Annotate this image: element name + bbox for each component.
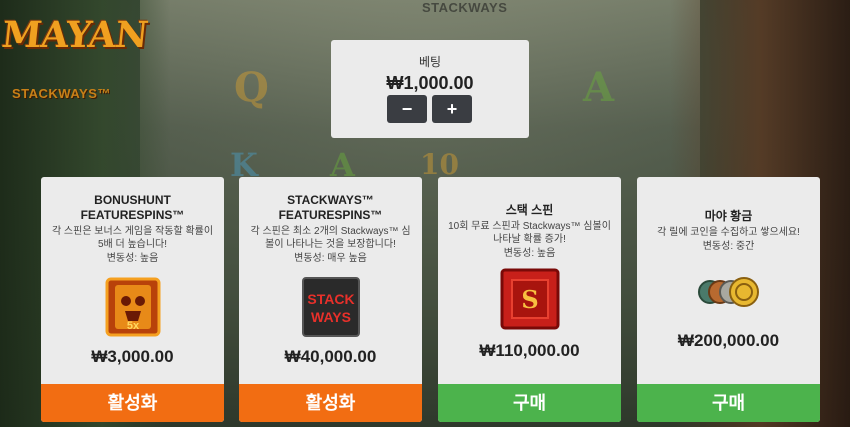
card-price: ₩40,000.00 xyxy=(284,347,377,366)
bet-panel: 베팅 ₩1,000.00 − + xyxy=(331,40,529,138)
card-price: ₩200,000.00 xyxy=(677,331,780,350)
activate-button[interactable]: 활성화 xyxy=(239,384,422,422)
buy-button[interactable]: 구매 xyxy=(438,384,621,422)
card-title: 마야 황금 xyxy=(704,209,753,223)
feature-card-mayan-gold: 마야 황금 각 릴에 코인을 수집하고 쌓으세요! 변동성: 중간 ₩200,0… xyxy=(637,177,820,422)
bet-decrease-button[interactable]: − xyxy=(387,95,427,123)
card-description: 10회 무료 스핀과 Stackways™ 심볼이 나타날 확률 증가! xyxy=(448,221,611,245)
card-volatility: 변동성: 중간 xyxy=(702,241,755,252)
card-title: 스택 스핀 xyxy=(505,203,554,217)
gold-coins-icon xyxy=(697,274,760,315)
feature-card-bonushunt: BONUSHUNT FEATURESPINS™ 각 스핀은 보너스 게임을 작동… xyxy=(41,177,224,422)
bet-increase-button[interactable]: + xyxy=(432,95,472,123)
bonushunt-skull-5x-icon: 5x xyxy=(105,277,161,342)
card-title: STACKWAYS™ FEATURESPINS™ xyxy=(278,193,383,222)
card-volatility: 변동성: 높음 xyxy=(503,248,556,259)
stackways-logo-icon: STACK WAYS xyxy=(301,277,360,342)
activate-button[interactable]: 활성화 xyxy=(41,384,224,422)
card-price: ₩3,000.00 xyxy=(91,347,174,366)
svg-text:STACK: STACK xyxy=(307,291,354,307)
card-description: 각 릴에 코인을 수집하고 쌓으세요! xyxy=(657,227,800,238)
svg-text:5x: 5x xyxy=(126,320,139,332)
bet-value: ₩1,000.00 xyxy=(386,73,474,93)
bet-label: 베팅 xyxy=(418,55,442,69)
card-volatility: 변동성: 높음 xyxy=(106,253,159,264)
buy-button[interactable]: 구매 xyxy=(637,384,820,422)
card-description: 각 스핀은 최소 2개의 Stackways™ 심볼이 나타나는 것을 보장합니… xyxy=(250,226,411,250)
card-price: ₩110,000.00 xyxy=(479,341,580,360)
feature-card-stackways: STACKWAYS™ FEATURESPINS™ 각 스핀은 최소 2개의 St… xyxy=(239,177,422,422)
reel-symbol-q: Q xyxy=(234,64,269,111)
card-volatility: 변동성: 매우 높음 xyxy=(294,253,367,264)
logo-title: MAYAN xyxy=(0,14,150,56)
feature-card-stack-spin: 스택 스핀 10회 무료 스핀과 Stackways™ 심볼이 나타날 확률 증… xyxy=(438,177,621,422)
svg-text:WAYS: WAYS xyxy=(311,309,351,325)
red-s-block-icon: S xyxy=(500,268,560,335)
logo-subtitle: STACKWAYS™ xyxy=(12,86,111,101)
reel-symbol-a: A xyxy=(583,64,615,111)
card-description: 각 스핀은 보너스 게임을 작동할 확률이 5배 더 높습니다! xyxy=(51,226,214,250)
card-title: BONUSHUNT FEATURESPINS™ xyxy=(80,193,185,222)
svg-text:S: S xyxy=(521,285,538,314)
game-logo: MAYAN STACKWAYS™ xyxy=(0,14,149,114)
top-title: STACKWAYS xyxy=(422,0,508,15)
